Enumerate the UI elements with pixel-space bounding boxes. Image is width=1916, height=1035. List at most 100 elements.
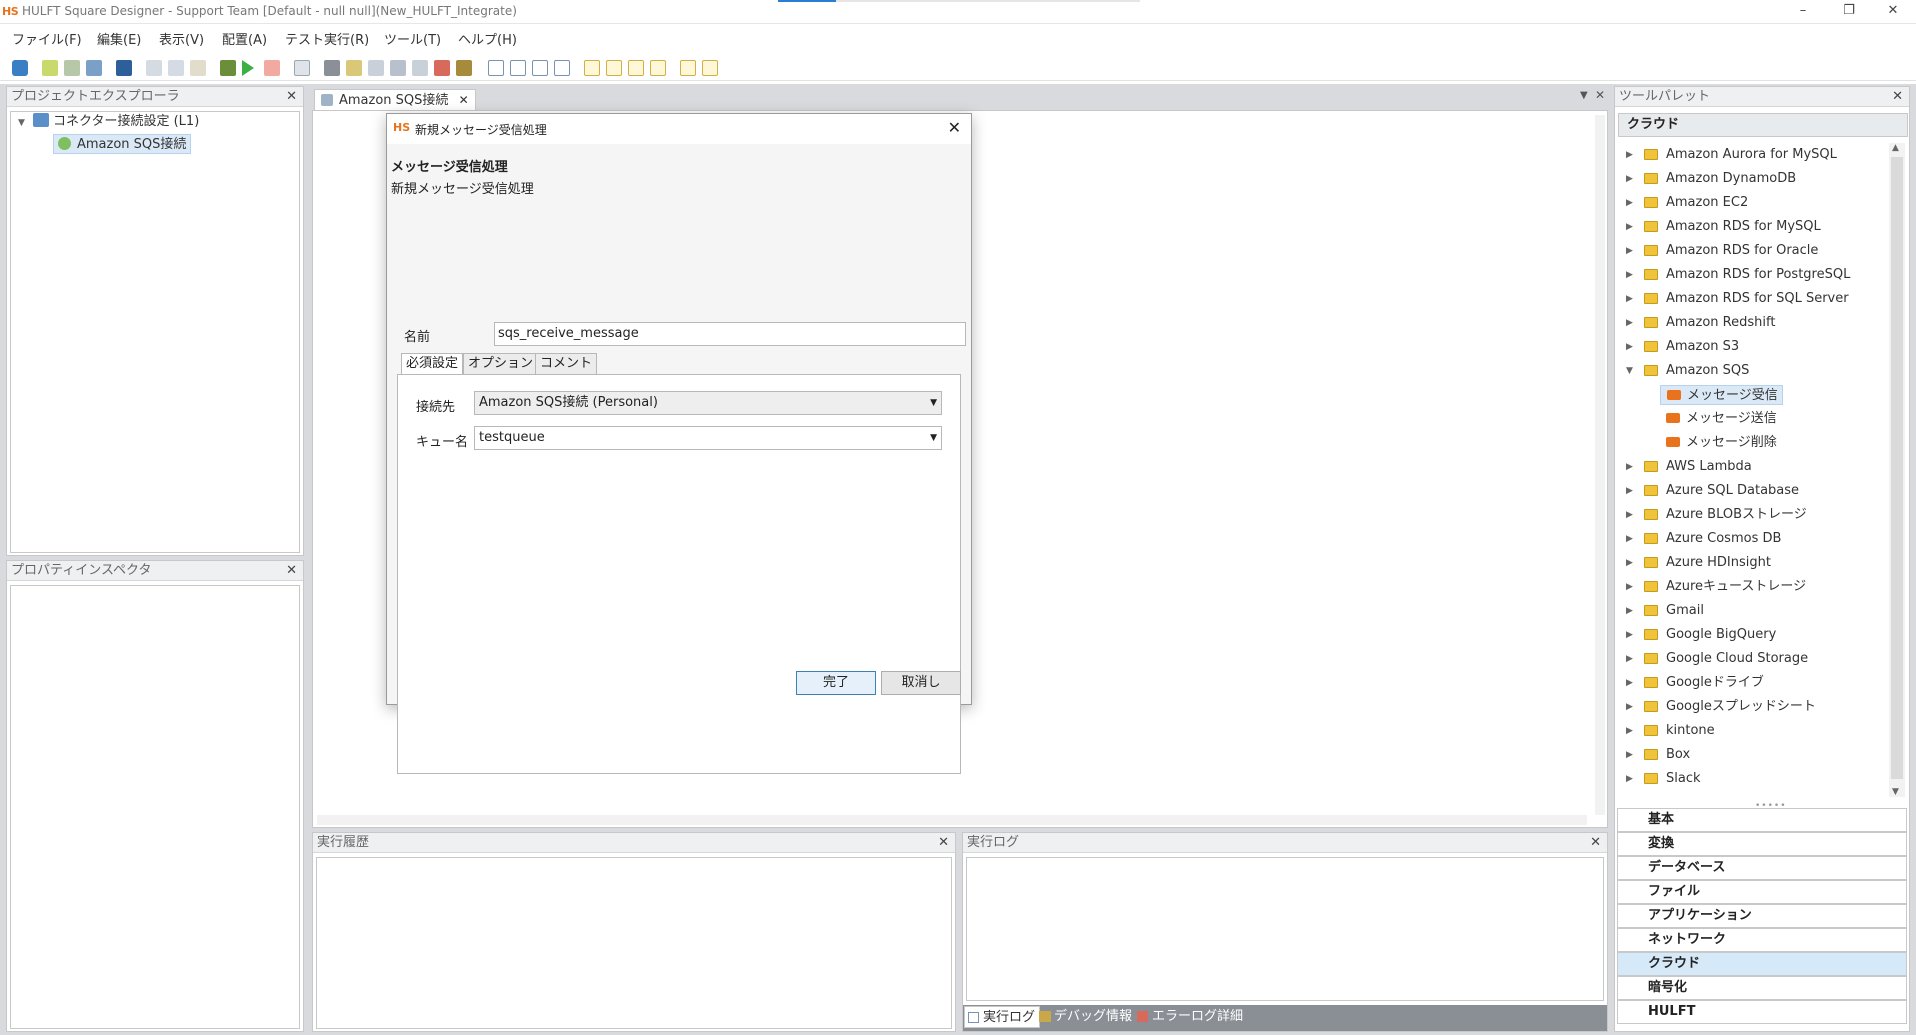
chevron-right-icon[interactable]: ▶ — [1626, 577, 1633, 597]
palette-item[interactable]: ▶ Amazon Aurora for MySQL — [1618, 145, 1886, 165]
tab-amazon-sqs-connection[interactable]: Amazon SQS接続 ✕ — [314, 89, 476, 111]
chevron-right-icon[interactable]: ▶ — [1626, 217, 1633, 237]
paste-icon[interactable] — [190, 60, 206, 76]
chevron-right-icon[interactable]: ▶ — [1626, 529, 1633, 549]
close-icon[interactable]: ✕ — [938, 833, 949, 853]
horizontal-scrollbar[interactable] — [317, 815, 1587, 825]
close-window-button[interactable]: ✕ — [1870, 0, 1916, 22]
chevron-right-icon[interactable]: ▶ — [1626, 721, 1633, 741]
tab-exec-log[interactable]: 実行ログ — [964, 1006, 1041, 1028]
debug-icon[interactable] — [220, 60, 236, 76]
grid-icon[interactable] — [294, 60, 310, 76]
chevron-right-icon[interactable]: ▶ — [1626, 769, 1633, 789]
palette-sqs-component[interactable]: メッセージ削除 — [1660, 433, 1781, 453]
chevron-down-icon[interactable]: ▼ — [1580, 90, 1588, 101]
restore-button[interactable]: ❐ — [1826, 0, 1872, 22]
palette-category-5[interactable]: ネットワーク — [1617, 928, 1907, 952]
queue-select[interactable]: testqueue ▼ — [474, 426, 942, 450]
close-icon[interactable]: ✕ — [948, 118, 961, 137]
palette-category-1[interactable]: 変換 — [1617, 832, 1907, 856]
chevron-right-icon[interactable]: ▶ — [1626, 601, 1633, 621]
distribute-h-icon[interactable] — [584, 60, 600, 76]
menu-edit[interactable]: 編集(E) — [97, 29, 141, 48]
tab-error-log-detail[interactable]: エラーログ詳細 — [1134, 1006, 1243, 1028]
stop-icon[interactable] — [264, 60, 280, 76]
same-width-icon[interactable] — [628, 60, 644, 76]
chevron-right-icon[interactable]: ▶ — [1626, 553, 1633, 573]
chevron-right-icon[interactable]: ▶ — [1626, 265, 1633, 285]
palette-item[interactable]: ▶ Azure BLOBストレージ — [1618, 505, 1886, 525]
palette-item[interactable]: ▶ Box — [1618, 745, 1886, 765]
palette-category-8[interactable]: HULFT — [1617, 1000, 1907, 1024]
palette-item[interactable]: ▶ AWS Lambda — [1618, 457, 1886, 477]
chevron-right-icon[interactable]: ▶ — [1626, 193, 1633, 213]
chevron-right-icon[interactable]: ▶ — [1626, 625, 1633, 645]
scroll-up-icon[interactable]: ▲ — [1892, 143, 1899, 153]
palette-category-3[interactable]: ファイル — [1617, 880, 1907, 904]
chevron-right-icon[interactable]: ▶ — [1626, 649, 1633, 669]
palette-item[interactable]: ▶ Amazon Redshift — [1618, 313, 1886, 333]
palette-item[interactable]: ▶ kintone — [1618, 721, 1886, 741]
palette-item[interactable]: ▶ Google BigQuery — [1618, 625, 1886, 645]
save-icon[interactable] — [116, 60, 132, 76]
palette-item[interactable]: ▶ Amazon RDS for MySQL — [1618, 217, 1886, 237]
palette-item[interactable]: ▶ Gmail — [1618, 601, 1886, 621]
vertical-scrollbar[interactable] — [1595, 115, 1605, 815]
palette-item[interactable]: ▶ Azure Cosmos DB — [1618, 529, 1886, 549]
name-field[interactable]: sqs_receive_message — [494, 322, 966, 346]
same-height-icon[interactable] — [650, 60, 666, 76]
palette-item[interactable]: ▼ Amazon SQS — [1618, 361, 1886, 381]
close-icon[interactable]: ✕ — [286, 561, 297, 581]
tab-comment[interactable]: コメント — [535, 353, 598, 375]
close-icon[interactable]: ✕ — [1892, 87, 1903, 107]
chevron-down-icon[interactable]: ▼ — [1626, 361, 1633, 381]
palette-item[interactable]: ▶ Amazon EC2 — [1618, 193, 1886, 213]
palette-sqs-component[interactable]: メッセージ受信 — [1660, 385, 1783, 405]
new-project-icon[interactable] — [42, 60, 58, 76]
palette-category-2[interactable]: データベース — [1617, 856, 1907, 880]
cancel-button[interactable]: 取消し — [881, 671, 961, 695]
chevron-right-icon[interactable]: ▶ — [1626, 313, 1633, 333]
palette-item[interactable]: ▶ Google Cloud Storage — [1618, 649, 1886, 669]
chevron-right-icon[interactable]: ▶ — [1626, 673, 1633, 693]
chevron-right-icon[interactable]: ▶ — [1626, 337, 1633, 357]
deploy-icon[interactable] — [456, 60, 472, 76]
new-script-icon[interactable] — [64, 60, 80, 76]
palette-item[interactable]: ▶ Amazon RDS for Oracle — [1618, 241, 1886, 261]
tab-required-settings[interactable]: 必須設定 — [401, 353, 464, 376]
cut-icon[interactable] — [146, 60, 162, 76]
finish-button[interactable]: 完了 — [796, 671, 876, 695]
align-left-icon[interactable] — [488, 60, 504, 76]
tab-options[interactable]: オプション — [463, 353, 539, 375]
chevron-down-icon[interactable]: ▼ — [18, 118, 25, 128]
scrollbar-thumb[interactable] — [1891, 157, 1903, 779]
chevron-right-icon[interactable]: ▶ — [1626, 745, 1633, 765]
close-icon[interactable]: ✕ — [286, 87, 297, 107]
close-icon[interactable]: ✕ — [1590, 833, 1601, 853]
chevron-right-icon[interactable]: ▶ — [1626, 169, 1633, 189]
palette-category-6[interactable]: クラウド — [1617, 952, 1907, 976]
palette-scrollbar[interactable]: ▲ ▼ — [1889, 143, 1905, 797]
close-icon[interactable]: ✕ — [1595, 88, 1605, 102]
palette-item[interactable]: ▶ Googleスプレッドシート — [1618, 697, 1886, 717]
menu-file[interactable]: ファイル(F) — [12, 29, 82, 48]
search-icon[interactable] — [390, 60, 406, 76]
chevron-right-icon[interactable]: ▶ — [1626, 505, 1633, 525]
back-icon[interactable] — [12, 60, 28, 76]
zoom-reset-icon[interactable] — [702, 60, 718, 76]
palette-item[interactable]: ▶ Azure SQL Database — [1618, 481, 1886, 501]
calendar-icon[interactable] — [434, 60, 450, 76]
tab-debug-info[interactable]: デバッグ情報 — [1036, 1006, 1132, 1028]
menu-help[interactable]: ヘルプ(H) — [458, 29, 517, 48]
minimize-button[interactable]: – — [1780, 0, 1826, 22]
palette-item[interactable]: ▶ Amazon DynamoDB — [1618, 169, 1886, 189]
import-icon[interactable] — [86, 60, 102, 76]
palette-item[interactable]: ▶ Amazon RDS for SQL Server — [1618, 289, 1886, 309]
palette-item[interactable]: ▶ Amazon RDS for PostgreSQL — [1618, 265, 1886, 285]
palette-category-4[interactable]: アプリケーション — [1617, 904, 1907, 928]
align-right-icon[interactable] — [532, 60, 548, 76]
palette-item[interactable]: ▶ Amazon S3 — [1618, 337, 1886, 357]
run-icon[interactable] — [242, 60, 254, 76]
palette-item[interactable]: ▶ Googleドライブ — [1618, 673, 1886, 693]
tree-item-connector-settings[interactable]: コネクター接続設定 (L1) — [33, 112, 199, 132]
